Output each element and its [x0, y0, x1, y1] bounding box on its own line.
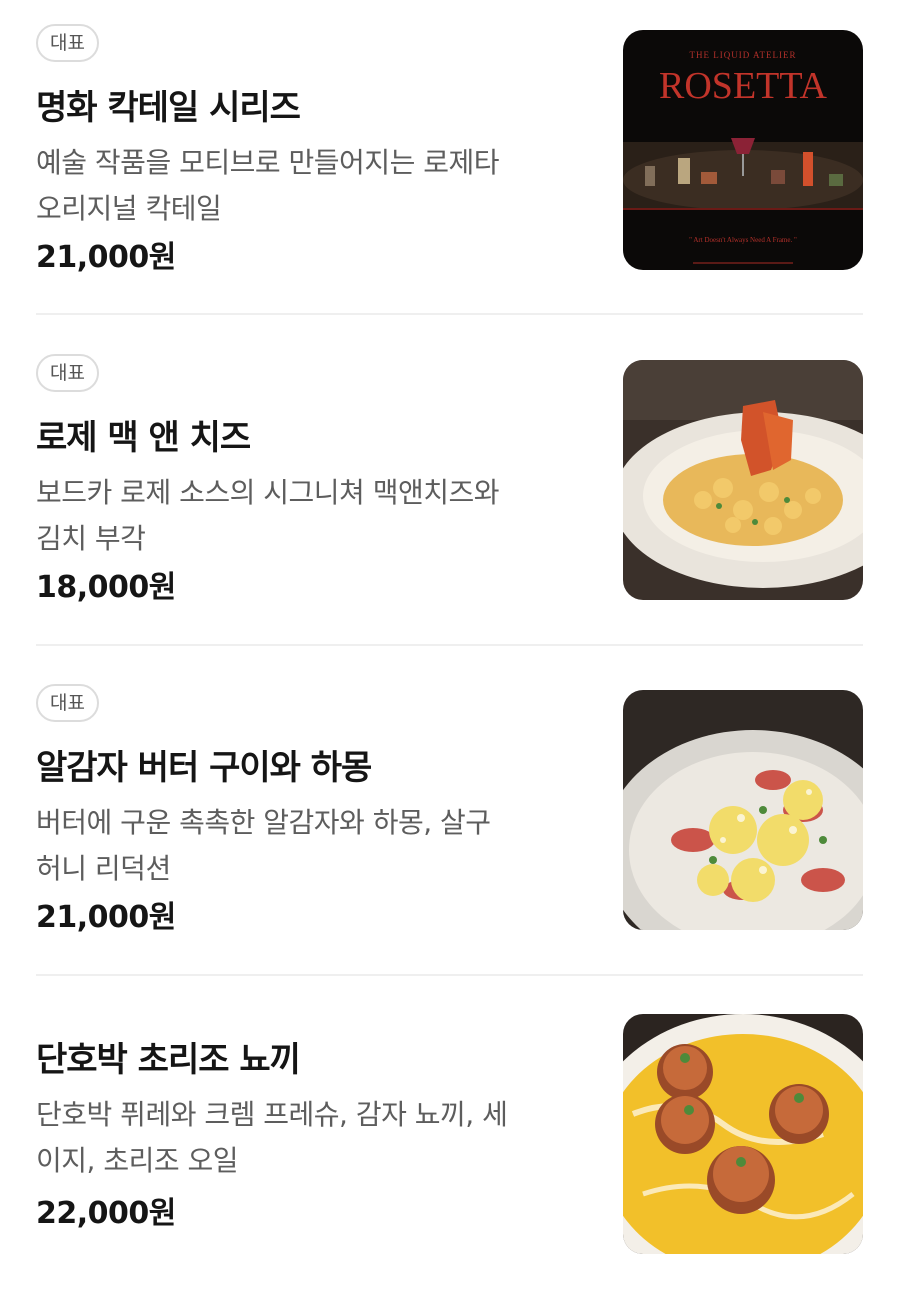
cocktail-poster-graphic: THE LIQUID ATELIER ROSETTA " Art Doesn't…: [623, 30, 863, 270]
divider: [36, 644, 863, 646]
menu-item[interactable]: 대표 명화 칵테일 시리즈 예술 작품을 모티브로 만들어지는 로제타 오리지널…: [0, 24, 900, 324]
menu-item-description: 버터에 구운 촉촉한 알감자와 하몽, 살구 허니 리덕션: [36, 800, 596, 892]
mac-and-cheese-graphic: [623, 360, 863, 600]
description-line: 오리지널 칵테일: [36, 192, 222, 225]
menu-item-price: 21,000원: [36, 240, 176, 275]
description-line: 허니 리덕션: [36, 852, 171, 885]
menu-item[interactable]: 대표 로제 맥 앤 치즈 보드카 로제 소스의 시그니쳐 맥앤치즈와 김치 부각…: [0, 354, 900, 654]
cocktail-poster-image[interactable]: THE LIQUID ATELIER ROSETTA " Art Doesn't…: [623, 30, 863, 270]
signature-badge: 대표: [36, 24, 99, 62]
menu-item-price: 18,000원: [36, 570, 176, 605]
menu-item-price: 22,000원: [36, 1196, 176, 1231]
menu-item-name: 단호박 초리조 뇨끼: [36, 1040, 301, 1080]
pumpkin-gnocchi-graphic: [623, 1014, 863, 1254]
poster-top-text: THE LIQUID ATELIER: [690, 50, 797, 60]
menu-item-price: 21,000원: [36, 900, 176, 935]
menu-item-description: 단호박 퓌레와 크렘 프레슈, 감자 뇨끼, 세 이지, 초리조 오일: [36, 1092, 596, 1184]
menu-item-name: 로제 맥 앤 치즈: [36, 418, 251, 458]
poster-quote: " Art Doesn't Always Need A Frame. ": [689, 236, 797, 244]
menu-item-description: 보드카 로제 소스의 시그니쳐 맥앤치즈와 김치 부각: [36, 470, 596, 562]
poster-title: ROSETTA: [659, 65, 828, 107]
description-line: 버터에 구운 촉촉한 알감자와 하몽, 살구: [36, 806, 491, 839]
menu-item[interactable]: 대표 알감자 버터 구이와 하몽 버터에 구운 촉촉한 알감자와 하몽, 살구 …: [0, 684, 900, 984]
potato-jamon-graphic: [623, 690, 863, 930]
menu-item-name: 명화 칵테일 시리즈: [36, 88, 301, 128]
signature-badge: 대표: [36, 684, 99, 722]
description-line: 김치 부각: [36, 522, 146, 555]
menu-item-name: 알감자 버터 구이와 하몽: [36, 748, 372, 788]
description-line: 단호박 퓌레와 크렘 프레슈, 감자 뇨끼, 세: [36, 1098, 508, 1131]
description-line: 예술 작품을 모티브로 만들어지는 로제타: [36, 146, 500, 179]
divider: [36, 313, 863, 315]
description-line: 보드카 로제 소스의 시그니쳐 맥앤치즈와: [36, 476, 500, 509]
pumpkin-gnocchi-image[interactable]: [623, 1014, 863, 1254]
signature-badge: 대표: [36, 354, 99, 392]
description-line: 이지, 초리조 오일: [36, 1144, 239, 1177]
divider: [36, 974, 863, 976]
menu-item[interactable]: 단호박 초리조 뇨끼 단호박 퓌레와 크렘 프레슈, 감자 뇨끼, 세 이지, …: [0, 1014, 900, 1290]
potato-jamon-image[interactable]: [623, 690, 863, 930]
mac-and-cheese-image[interactable]: [623, 360, 863, 600]
menu-item-description: 예술 작품을 모티브로 만들어지는 로제타 오리지널 칵테일: [36, 140, 596, 232]
